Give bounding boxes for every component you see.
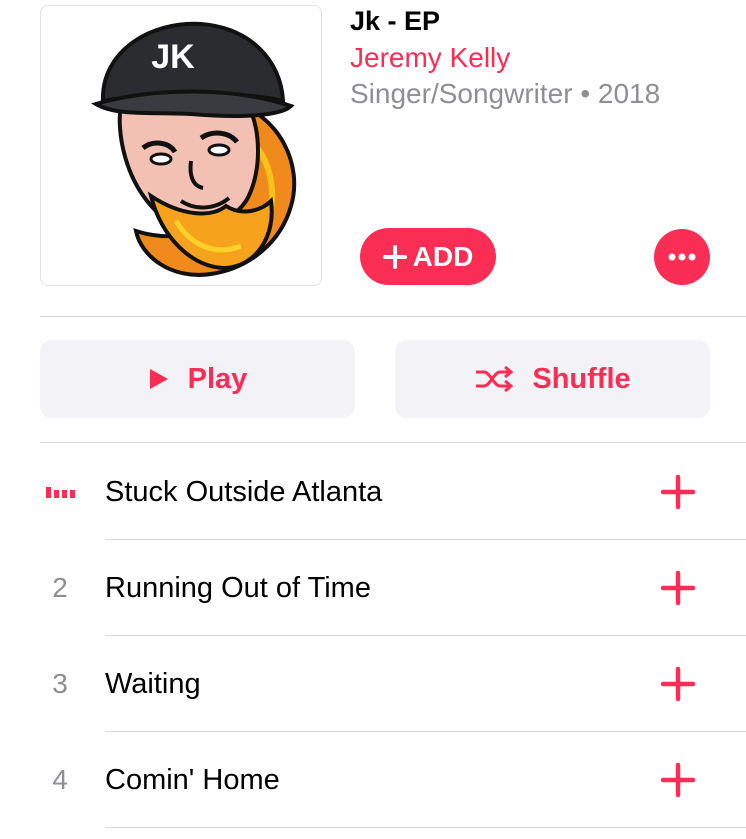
album-genre-year: Singer/Songwriter • 2018 bbox=[350, 78, 661, 109]
plus-icon bbox=[661, 763, 695, 797]
shuffle-icon bbox=[476, 366, 514, 392]
header-divider bbox=[40, 316, 746, 317]
album-title: Jk - EP bbox=[350, 6, 441, 36]
play-icon bbox=[149, 369, 168, 389]
play-button[interactable]: Play bbox=[40, 340, 355, 418]
ellipsis-icon bbox=[668, 253, 696, 261]
add-track-button[interactable] bbox=[656, 470, 700, 514]
track-title: Waiting bbox=[105, 667, 201, 700]
more-options-button[interactable] bbox=[654, 229, 710, 285]
track-number: 4 bbox=[52, 764, 68, 795]
track-title: Running Out of Time bbox=[105, 571, 371, 604]
cap-logo-text: JK bbox=[151, 38, 195, 76]
track-title: Stuck Outside Atlanta bbox=[105, 475, 383, 508]
add-track-button[interactable] bbox=[656, 758, 700, 802]
equalizer-icon bbox=[45, 486, 75, 498]
artist-cartoon-image: JK bbox=[91, 21, 297, 277]
add-track-button[interactable] bbox=[656, 566, 700, 610]
plus-icon bbox=[661, 571, 695, 605]
plus-icon bbox=[661, 667, 695, 701]
shuffle-button[interactable]: Shuffle bbox=[395, 340, 710, 418]
play-button-label: Play bbox=[187, 362, 248, 395]
track-row[interactable]: 4 Comin' Home bbox=[0, 732, 746, 828]
artist-name-link[interactable]: Jeremy Kelly bbox=[350, 42, 510, 74]
track-divider bbox=[105, 827, 746, 828]
album-artwork: JK bbox=[40, 5, 322, 286]
now-playing-indicator bbox=[40, 444, 80, 540]
add-track-button[interactable] bbox=[656, 662, 700, 706]
track-row[interactable]: Stuck Outside Atlanta bbox=[0, 444, 746, 540]
track-title: Comin' Home bbox=[105, 763, 280, 796]
track-row[interactable]: 2 Running Out of Time bbox=[0, 540, 746, 636]
track-number: 3 bbox=[52, 668, 68, 699]
controls-divider bbox=[40, 442, 746, 443]
track-number: 2 bbox=[52, 572, 68, 603]
plus-icon bbox=[382, 244, 407, 269]
add-button-label: ADD bbox=[412, 240, 474, 272]
add-album-button[interactable]: ADD bbox=[360, 228, 496, 285]
track-row[interactable]: 3 Waiting bbox=[0, 636, 746, 732]
plus-icon bbox=[661, 475, 695, 509]
shuffle-button-label: Shuffle bbox=[532, 362, 631, 395]
